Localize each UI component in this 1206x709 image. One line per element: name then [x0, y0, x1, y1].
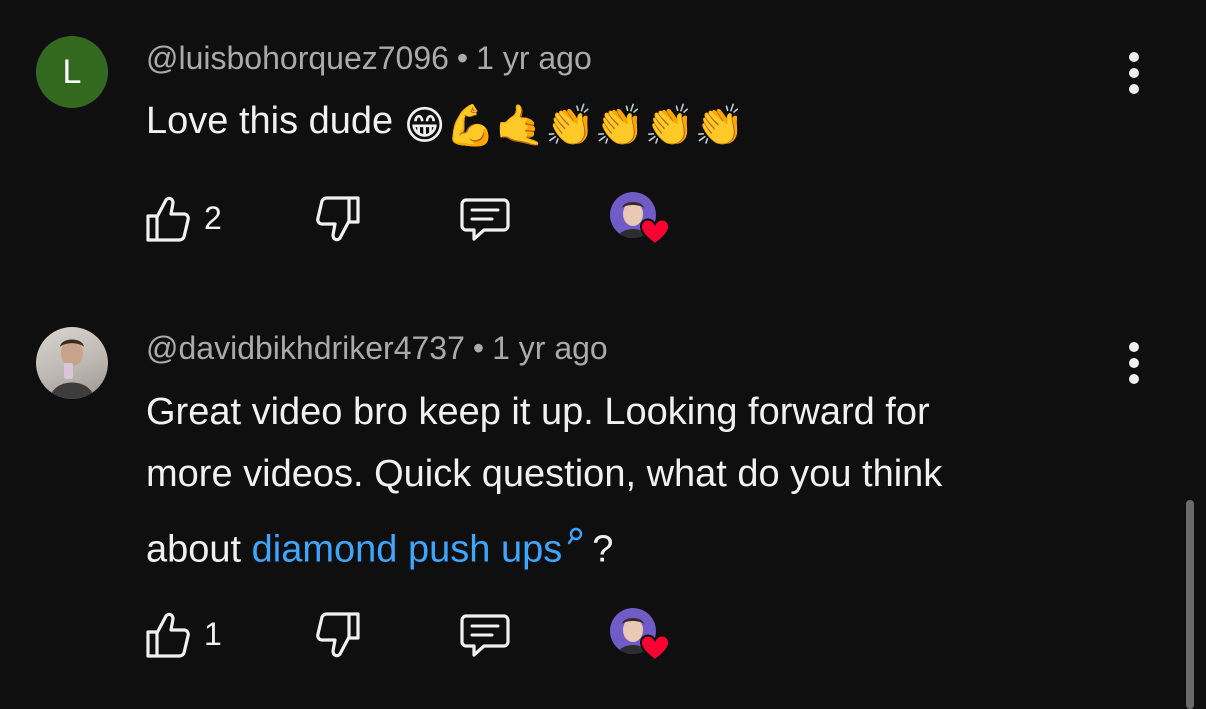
comment-item: @davidbikhdriker4737 • 1 yr ago Great vide…: [0, 290, 1206, 709]
author-handle[interactable]: @luisbohorquez7096: [146, 40, 449, 76]
clapping-hands-emoji: 👏: [545, 103, 595, 149]
scrollbar[interactable]: [1186, 500, 1194, 709]
reply-comment-icon: [460, 198, 510, 241]
dislike-button[interactable]: [314, 194, 364, 244]
meta-separator: •: [456, 40, 469, 76]
thumbs-up-icon: [146, 612, 190, 658]
creator-heart-badge: [610, 608, 670, 664]
search-link[interactable]: diamond push ups: [252, 529, 563, 571]
more-options-button[interactable]: [1114, 340, 1154, 388]
like-count: 2: [204, 200, 222, 236]
author-handle[interactable]: @davidbikhdriker4737: [146, 330, 465, 366]
comment-actions: 2: [144, 192, 684, 246]
heart-icon: [640, 634, 670, 662]
comment-item: L @luisbohorquez7096 • 1 yr ago Love this …: [0, 0, 1206, 290]
call-me-hand-emoji: 🤙: [495, 103, 546, 149]
comment-text-line: Great video bro keep it up. Looking forw…: [146, 391, 930, 433]
comment-text: Love this dude 😁💪🤙👏👏👏👏: [146, 90, 744, 152]
user-photo-icon: [50, 339, 94, 399]
like-button[interactable]: 1: [144, 610, 244, 660]
comment-time[interactable]: 1 yr ago: [492, 330, 608, 366]
reply-button[interactable]: [458, 194, 514, 244]
comment-text-line: about diamond push ups?: [146, 505, 942, 581]
thumbs-down-icon: [316, 612, 360, 658]
thumbs-down-icon: [316, 196, 360, 242]
comment-text-content: Love this dude: [146, 100, 394, 142]
comment-text-suffix: ?: [592, 528, 614, 571]
heart-icon: [640, 218, 670, 246]
comment-time[interactable]: 1 yr ago: [476, 40, 592, 76]
like-button[interactable]: 2: [144, 194, 244, 244]
comment-text-prefix: about: [146, 528, 252, 571]
grinning-face-emoji: 😁: [403, 103, 446, 149]
comments-page: L @luisbohorquez7096 • 1 yr ago Love this …: [0, 0, 1206, 709]
avatar[interactable]: [36, 327, 108, 399]
comment-meta: @luisbohorquez7096 • 1 yr ago: [146, 40, 592, 77]
like-count: 1: [204, 616, 222, 652]
comment-actions: 1: [144, 608, 684, 662]
clapping-hands-emoji: 👏: [694, 103, 745, 149]
search-icon[interactable]: [566, 505, 586, 567]
dislike-button[interactable]: [314, 610, 364, 660]
reply-button[interactable]: [458, 610, 514, 660]
more-options-button[interactable]: [1114, 50, 1154, 98]
meta-separator: •: [472, 330, 485, 366]
reply-comment-icon: [460, 614, 510, 657]
creator-heart-badge: [610, 192, 670, 248]
comment-text-line: more videos. Quick question, what do you…: [146, 453, 943, 495]
flexed-biceps-emoji: 💪: [445, 103, 496, 149]
avatar[interactable]: L: [36, 36, 108, 108]
thumbs-up-icon: [146, 196, 190, 242]
clapping-hands-emoji: 👏: [594, 103, 645, 149]
clapping-hands-emoji: 👏: [644, 103, 695, 149]
comment-meta: @davidbikhdriker4737 • 1 yr ago: [146, 330, 608, 367]
comment-text: Great video bro keep it up. Looking forw…: [146, 381, 942, 581]
emoji-row: 😁💪🤙👏👏👏👏: [404, 100, 745, 146]
